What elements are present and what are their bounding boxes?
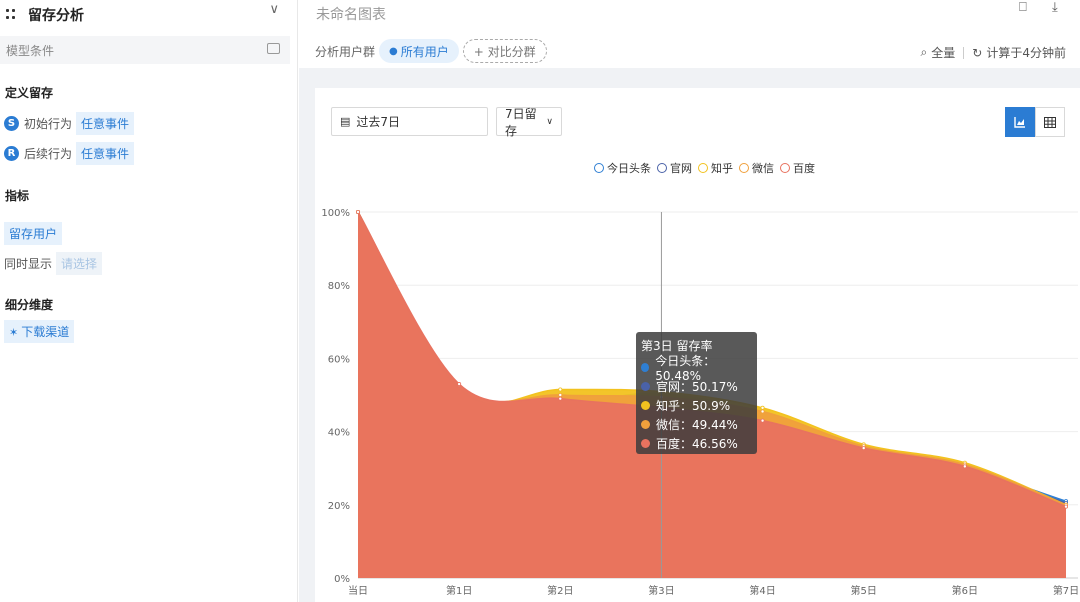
x-tick-label: 第5日 xyxy=(851,584,877,597)
y-tick-label: 100% xyxy=(321,208,350,219)
data-point xyxy=(760,409,765,414)
tooltip-value: 微信：49.44% xyxy=(656,418,738,432)
x-tick-label: 第6日 xyxy=(952,584,978,597)
data-point xyxy=(962,464,967,469)
series-dot xyxy=(641,401,650,410)
x-tick-label: 第7日 xyxy=(1053,584,1079,597)
tooltip-value: 知乎：50.9% xyxy=(656,399,731,413)
y-tick-label: 60% xyxy=(328,354,350,365)
data-point xyxy=(457,382,462,387)
series-dot xyxy=(641,363,650,372)
tooltip-row: 今日头条：50.48% xyxy=(641,354,752,383)
tooltip-value: 官网：50.17% xyxy=(656,380,738,394)
series-dot xyxy=(641,439,650,448)
x-tick-label: 第2日 xyxy=(547,584,573,597)
x-tick-label: 当日 xyxy=(348,584,368,597)
data-point xyxy=(861,446,866,451)
tooltip-row: 知乎：50.9% xyxy=(641,396,752,415)
x-tick-label: 第4日 xyxy=(749,584,775,597)
data-point xyxy=(558,396,563,401)
series-dot xyxy=(641,420,650,429)
series-dot xyxy=(641,382,650,391)
data-point xyxy=(558,387,563,392)
data-point xyxy=(355,209,360,214)
tooltip-value: 百度：46.56% xyxy=(656,437,738,451)
chart-tooltip: 第3日 留存率 今日头条：50.48% 官网：50.17% 知乎：50.9% 微… xyxy=(636,332,757,454)
data-point xyxy=(760,405,765,410)
y-tick-label: 80% xyxy=(328,281,350,292)
x-tick-label: 第1日 xyxy=(446,584,472,597)
data-point xyxy=(558,392,563,397)
tooltip-row: 微信：49.44% xyxy=(641,415,752,434)
tooltip-row: 百度：46.56% xyxy=(641,434,752,453)
retention-chart: 0% 20% 40% 60% 80% 100% 当日 第1日 第2日 第3日 第4日 第5日 第6日 第7… xyxy=(321,208,1079,597)
data-point xyxy=(1064,504,1069,509)
y-tick-label: 0% xyxy=(334,574,350,585)
y-tick-label: 20% xyxy=(328,501,350,512)
x-tick-label: 第3日 xyxy=(648,584,674,597)
data-point xyxy=(760,418,765,423)
y-tick-label: 40% xyxy=(328,428,350,439)
tooltip-row: 官网：50.17% xyxy=(641,377,752,396)
